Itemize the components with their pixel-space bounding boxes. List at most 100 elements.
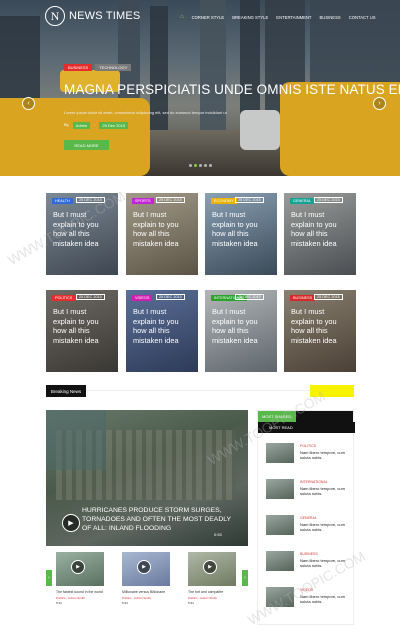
video-thumb[interactable]: ▶ Millionaire versus Billionaire Politic… xyxy=(122,552,172,605)
card-text: But I must explain to you how all this m… xyxy=(133,307,179,345)
slider-dot[interactable] xyxy=(209,164,212,167)
card-date: 25 DEC 2015 xyxy=(156,197,185,203)
nav-entertainment[interactable]: Entertainment xyxy=(272,13,315,22)
thumb-time: 5:34 xyxy=(56,600,62,605)
video-duration: 0:53 xyxy=(214,532,222,537)
card-text: But I must explain to you how all this m… xyxy=(291,307,337,345)
news-card[interactable]: Sports 25 DEC 2015 But I must explain to y… xyxy=(126,193,198,275)
thumb-author: Admin Smith xyxy=(68,595,86,600)
video-caption: HURRICANES PRODUCE STORM SURGES, TORNADO… xyxy=(82,507,231,532)
card-text: But I must explain to you how all this m… xyxy=(53,210,99,248)
card-category[interactable]: Sports xyxy=(132,198,154,204)
video-thumb[interactable]: ▶ The fort and campaifer Politics · Admi… xyxy=(188,552,238,605)
sidebar-item-headline[interactable]: Nam libero tempore, cum soluta nobis. xyxy=(300,486,352,496)
card-date: 25 DEC 2015 xyxy=(76,294,105,300)
news-card[interactable]: General 25 DEC 2015 But I must explain to … xyxy=(284,193,356,275)
sidebar-item-headline[interactable]: Nam libero tempore, cum soluta nobis. xyxy=(300,594,352,604)
sidebar-item-headline[interactable]: Nam libero tempore, cum soluta nobis. xyxy=(300,450,352,460)
hero-tags: Business Technology xyxy=(64,64,132,71)
sidebar-list-item[interactable]: General Nam libero tempore, cum soluta no… xyxy=(266,515,352,543)
card-date: 25 DEC 2015 xyxy=(314,294,343,300)
main-nav: ⌂ Corner Style Breaking Style Entertainm… xyxy=(176,13,380,22)
slider-prev-icon[interactable]: ‹ xyxy=(22,97,35,110)
card-date: 25 DEC 2015 xyxy=(235,294,264,300)
card-date: 25 DEC 2015 xyxy=(156,294,185,300)
thumb-cat: Politics xyxy=(56,595,66,600)
sidebar-thumb xyxy=(266,587,294,607)
play-icon: ▶ xyxy=(203,560,217,574)
breaking-news-label: Breaking News xyxy=(46,385,86,397)
sidebar-item-headline[interactable]: Nam libero tempore, cum soluta nobis. xyxy=(300,558,352,568)
nav-business[interactable]: Business xyxy=(316,13,345,22)
card-date: 25 DEC 2015 xyxy=(76,197,105,203)
card-category[interactable]: Economy xyxy=(211,198,237,204)
nav-contact[interactable]: Contact us xyxy=(345,13,380,22)
card-text: But I must explain to you how all this m… xyxy=(53,307,99,345)
news-card[interactable]: Economy 25 DEC 2015 But I must explain to … xyxy=(205,193,277,275)
card-date: 25 DEC 2015 xyxy=(235,197,264,203)
hero-meta-sep: - xyxy=(94,122,96,127)
divider xyxy=(86,390,310,391)
sidebar-item-category: Politics xyxy=(300,444,316,448)
sidebar-list-item[interactable]: Business Nam libero tempore, cum soluta n… xyxy=(266,551,352,579)
thumb-time: 5:34 xyxy=(122,600,128,605)
sidebar-item-headline[interactable]: Nam libero tempore, cum soluta nobis. xyxy=(300,522,352,532)
nav-home[interactable]: ⌂ xyxy=(176,13,188,22)
card-text: But I must explain to you how all this m… xyxy=(212,307,258,345)
card-text: But I must explain to you how all this m… xyxy=(212,210,258,248)
sidebar-thumb xyxy=(266,551,294,571)
sidebar-item-category: Business xyxy=(300,552,318,556)
hero-slider: N NEWS TIMES ⌂ Corner Style Breaking Sty… xyxy=(0,0,400,176)
news-card[interactable]: Health 25 DEC 2015 But I must explain to y… xyxy=(46,193,118,275)
sidebar-thumb xyxy=(266,515,294,535)
sidebar-list-item[interactable]: Politics Nam libero tempore, cum soluta n… xyxy=(266,443,352,471)
slider-next-icon[interactable]: › xyxy=(373,97,386,110)
slider-dot-active[interactable] xyxy=(194,164,197,167)
sidebar-list-item[interactable]: International Nam libero tempore, cum sol… xyxy=(266,479,352,507)
thumb-author: Admin Smith xyxy=(200,595,218,600)
video-thumb[interactable]: ▶ The fastest sound in the world Politic… xyxy=(56,552,106,605)
thumb-time: 5:34 xyxy=(188,600,194,605)
play-icon[interactable]: ▶ xyxy=(62,514,80,532)
play-icon: ▶ xyxy=(71,560,85,574)
sidebar-thumb xyxy=(266,479,294,499)
hero-tag-technology[interactable]: Technology xyxy=(95,64,132,71)
thumb-title: Millionaire versus Billionaire xyxy=(122,590,166,594)
news-card[interactable]: International 25 DEC 2015 But I must expla… xyxy=(205,290,277,372)
slider-dot[interactable] xyxy=(189,164,192,167)
featured-video[interactable]: HURRICANES PRODUCE STORM SURGES, TORNADO… xyxy=(46,410,248,546)
slider-dot[interactable] xyxy=(199,164,202,167)
hero-author[interactable]: Admin xyxy=(72,122,91,129)
thumb-title: The fort and campaifer xyxy=(188,590,224,594)
hero-tag-business[interactable]: Business xyxy=(64,64,93,71)
news-card[interactable]: Politics 25 DEC 2015 But I must explain to… xyxy=(46,290,118,372)
sidebar-list-item[interactable]: Videos Nam libero tempore, cum soluta nob… xyxy=(266,587,352,615)
slider-dots xyxy=(189,164,212,167)
thumb-author: Admin Smith xyxy=(134,595,152,600)
card-text: But I must explain to you how all this m… xyxy=(133,210,179,248)
nav-breaking-style[interactable]: Breaking Style xyxy=(228,13,272,22)
news-card[interactable]: Business 25 DEC 2015 But I must explain to… xyxy=(284,290,356,372)
nav-corner-style[interactable]: Corner Style xyxy=(188,13,229,22)
hero-date: 25 Dec 2015 xyxy=(99,122,129,129)
hero-meta-by: By xyxy=(64,122,69,127)
thumb-cat: Politics xyxy=(188,595,198,600)
card-text: But I must explain to you how all this m… xyxy=(291,210,337,248)
tab-most-read[interactable]: MOST READ xyxy=(258,422,355,433)
card-category[interactable]: General xyxy=(290,198,315,204)
news-card[interactable]: Videos 25 DEC 2015 But I must explain to y… xyxy=(126,290,198,372)
sidebar-item-category: Videos xyxy=(300,588,314,592)
breaking-news-bar: Breaking News xyxy=(46,385,354,397)
sidebar-thumb xyxy=(266,443,294,463)
thumb-title: The fastest sound in the world xyxy=(56,590,103,594)
hero-subtitle: Lorem ipsum dolor sit amet, consectetur … xyxy=(64,110,227,115)
site-logo[interactable]: N NEWS TIMES xyxy=(45,6,140,26)
hero-title[interactable]: MAGNA PERSPICIATIS UNDE OMNIS ISTE NATUS… xyxy=(64,82,400,97)
slider-dot[interactable] xyxy=(204,164,207,167)
card-category[interactable]: Politics xyxy=(52,295,76,301)
sidebar-popular: MOST SHARED MOST READ Politics Nam libero… xyxy=(257,410,355,625)
card-category[interactable]: Videos xyxy=(132,295,153,301)
card-category[interactable]: Business xyxy=(290,295,316,301)
read-more-button[interactable]: READ MORE xyxy=(64,140,109,150)
card-category[interactable]: Health xyxy=(52,198,73,204)
